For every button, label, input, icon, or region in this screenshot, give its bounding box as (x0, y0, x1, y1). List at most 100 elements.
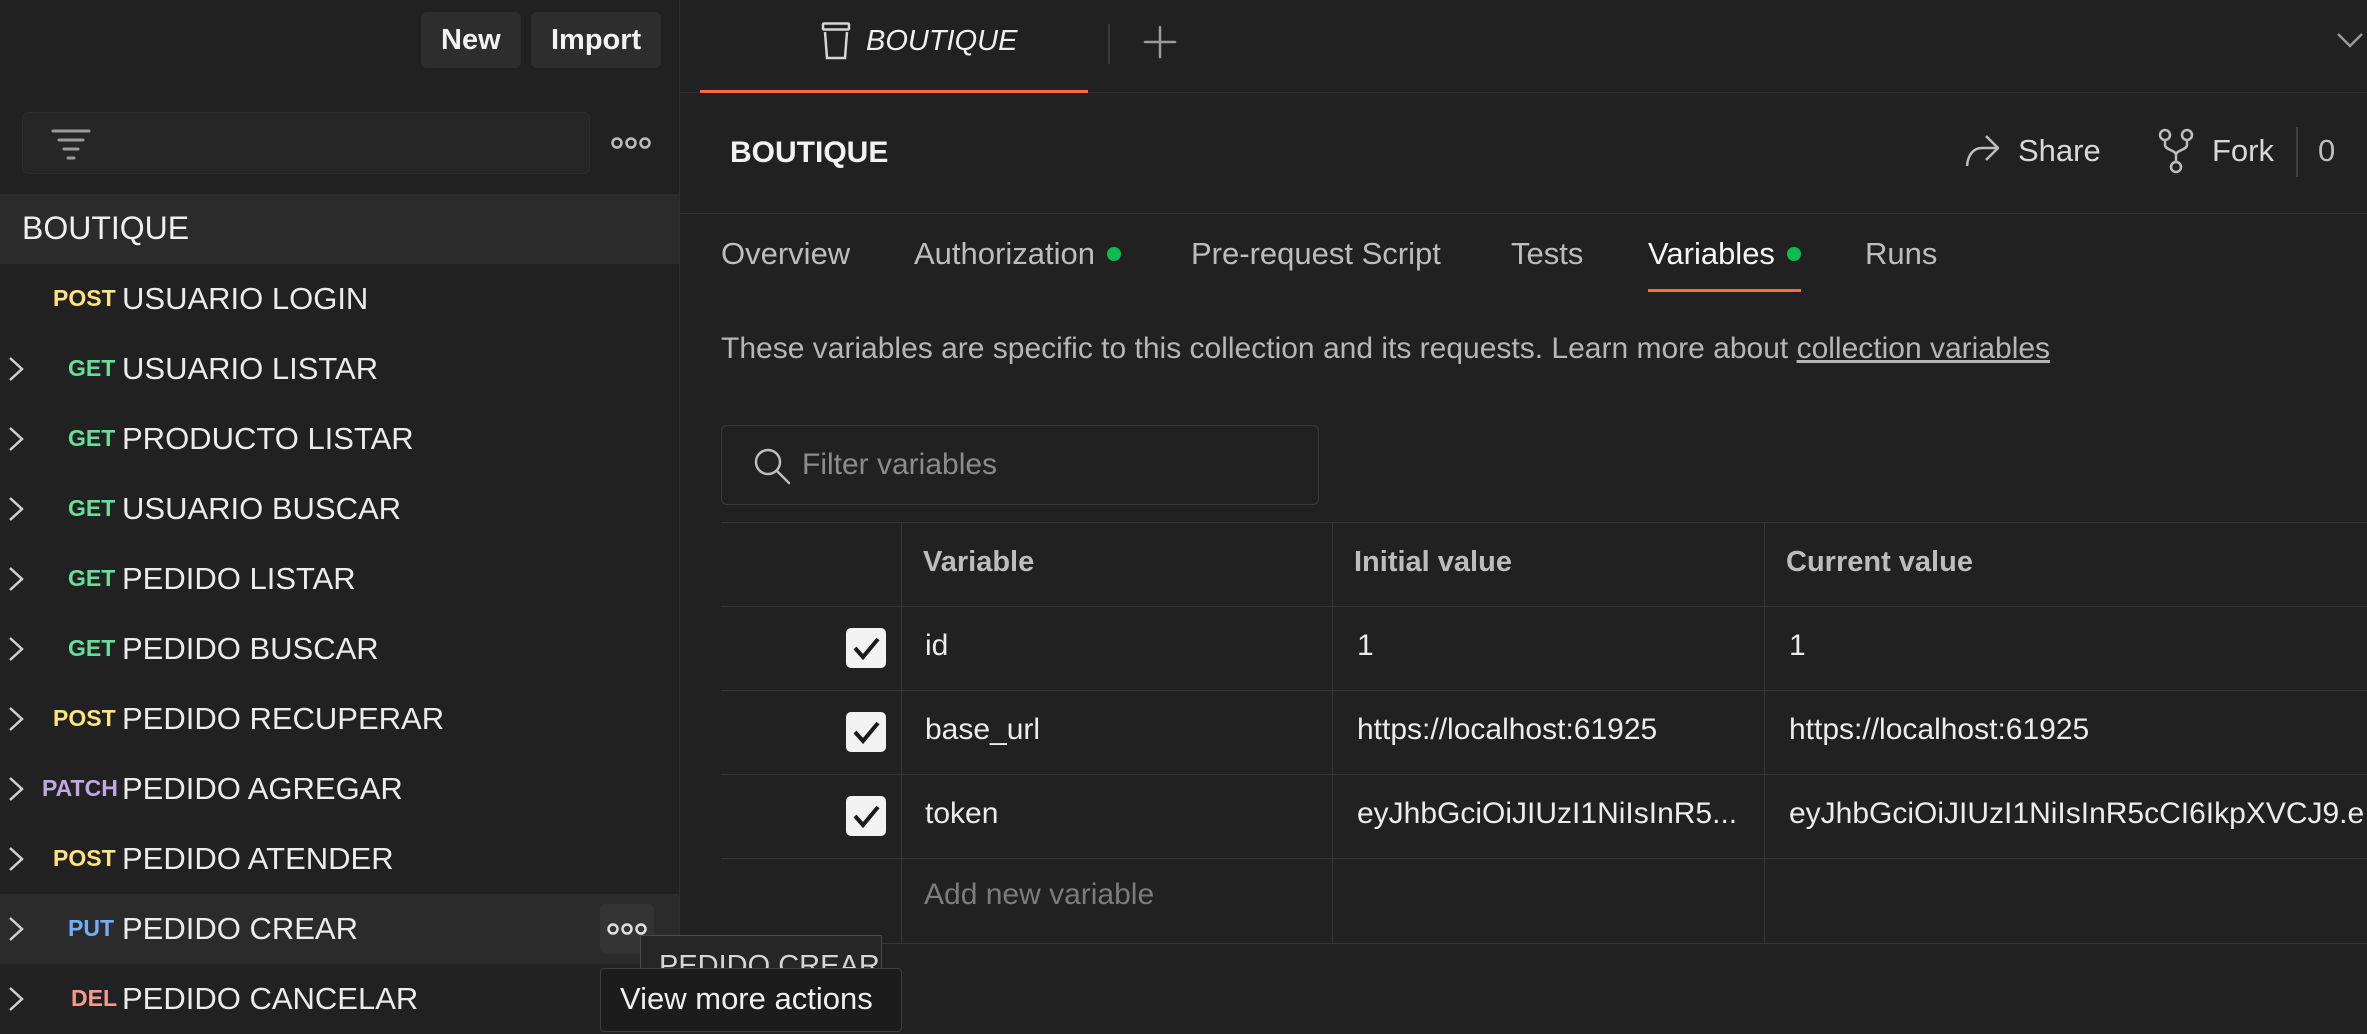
chevron-right-icon[interactable] (4, 912, 28, 946)
chevron-right-icon[interactable] (4, 492, 28, 526)
request-method: GET (68, 565, 116, 591)
fork-button[interactable]: Fork (2212, 133, 2274, 169)
tab-label: Tests (1511, 236, 1584, 271)
chevron-right-icon[interactable] (4, 982, 28, 1016)
tab-label: Pre-request Script (1191, 236, 1441, 271)
variables-table: Variable Initial value Current value id 1… (721, 522, 2367, 944)
request-method: POST (53, 845, 116, 871)
request-name: USUARIO LOGIN (122, 281, 369, 316)
request-item[interactable]: POST USUARIO LOGIN (0, 264, 679, 334)
main-panel: BOUTIQUE BOUTIQUE Share Fork 0 Overview A… (680, 0, 2367, 1030)
request-item[interactable]: PATCH PEDIDO AGREGAR (0, 754, 679, 824)
variable-variable-cell[interactable]: base_url (925, 713, 1315, 747)
checkmark-icon (853, 637, 880, 661)
variables-description: These variables are specific to this col… (721, 332, 2050, 366)
chevron-right-icon[interactable] (4, 352, 28, 386)
variable-enabled-checkbox[interactable] (846, 628, 886, 668)
tab-label: Variables (1648, 236, 1775, 271)
variable-current-cell[interactable]: https://localhost:61925 (1789, 713, 2367, 747)
filter-icon[interactable] (51, 127, 91, 161)
request-item[interactable]: GET USUARIO BUSCAR (0, 474, 679, 544)
request-method: PATCH (42, 775, 118, 801)
variable-initial-cell[interactable]: 1 (1357, 629, 1752, 663)
request-method: GET (68, 355, 116, 381)
variable-enabled-checkbox[interactable] (846, 712, 886, 752)
tab-boutique[interactable]: BOUTIQUE (700, 0, 1088, 93)
tooltip-box: View more actions (600, 968, 902, 1032)
request-item[interactable]: DEL PEDIDO CANCELAR (0, 964, 679, 1034)
variable-current-cell[interactable]: 1 (1789, 629, 2367, 663)
request-item[interactable]: PUT PEDIDO CREAR (0, 894, 679, 964)
variable-enabled-checkbox[interactable] (846, 796, 886, 836)
collection-icon (821, 22, 851, 60)
chevron-right-icon[interactable] (4, 772, 28, 806)
tab-runs[interactable]: Runs (1865, 236, 1937, 272)
request-method: GET (68, 635, 116, 661)
request-item[interactable]: POST PEDIDO ATENDER (0, 824, 679, 894)
status-dot (1786, 246, 1801, 261)
chevron-right-icon[interactable] (4, 562, 28, 596)
tab-label: Runs (1865, 236, 1938, 271)
request-method: DEL (71, 985, 117, 1011)
collection-name: BOUTIQUE (22, 210, 190, 246)
variable-initial-cell[interactable]: eyJhbGciOiJIUzI1NiIsInR5... (1357, 797, 1752, 831)
request-name: USUARIO LISTAR (122, 351, 379, 386)
tab-variables[interactable]: Variables (1648, 236, 1801, 292)
variable-current-cell[interactable]: eyJhbGciOiJIUzI1NiIsInR5cCI6IkpXVCJ9.e (1789, 797, 2367, 831)
tab-bar: BOUTIQUE (680, 0, 2367, 93)
variable-initial-cell[interactable]: https://localhost:61925 (1357, 713, 1752, 747)
new-button[interactable]: New (421, 12, 521, 68)
checkmark-icon (853, 721, 880, 745)
request-method: POST (53, 285, 116, 311)
tab-divider (1108, 24, 1110, 64)
chevron-right-icon[interactable] (4, 422, 28, 456)
share-button[interactable]: Share (2018, 133, 2101, 169)
sidebar: New Import BOUTIQUE POST USUARIO LOGIN GET… (0, 0, 680, 1030)
tab-label: Overview (721, 236, 851, 271)
filter-variables-input[interactable] (800, 444, 1304, 486)
fork-divider (2296, 127, 2298, 177)
request-item[interactable]: POST PEDIDO RECUPERAR (0, 684, 679, 754)
request-item[interactable]: GET PEDIDO BUSCAR (0, 614, 679, 684)
add-new-variable-input[interactable]: Add new variable (924, 878, 1154, 912)
request-item[interactable]: GET USUARIO LISTAR (0, 334, 679, 404)
chevron-right-icon[interactable] (4, 842, 28, 876)
request-name: PEDIDO BUSCAR (122, 631, 379, 666)
request-method: GET (68, 425, 116, 451)
chevron-down-icon[interactable] (2334, 30, 2367, 50)
request-name: PEDIDO LISTAR (122, 561, 356, 596)
tab-overview[interactable]: Overview (721, 236, 850, 272)
chevron-right-icon[interactable] (4, 702, 28, 736)
variable-variable-cell[interactable]: id (925, 629, 1315, 663)
filter-variables-field[interactable] (721, 425, 1319, 505)
tab-tests[interactable]: Tests (1511, 236, 1583, 272)
fork-icon[interactable] (2156, 128, 2196, 174)
sidebar-more-icon[interactable] (611, 135, 651, 151)
collection-variables-link[interactable]: collection variables (1797, 332, 2050, 365)
description-text: These variables are specific to this col… (721, 332, 1789, 365)
share-icon[interactable] (1962, 130, 2002, 170)
request-name: PEDIDO ATENDER (122, 841, 394, 876)
column-header-variable: Variable (923, 546, 1035, 578)
chevron-right-icon[interactable] (4, 632, 28, 666)
request-name: PEDIDO RECUPERAR (122, 701, 445, 736)
request-method: GET (68, 495, 116, 521)
search-icon (754, 448, 791, 485)
tooltip-text: View more actions (620, 981, 873, 1016)
page-title: BOUTIQUE (730, 136, 889, 169)
request-name: PEDIDO CANCELAR (122, 981, 419, 1016)
request-name: USUARIO BUSCAR (122, 491, 402, 526)
plus-icon[interactable] (1142, 24, 1178, 60)
tab-pre-request-script[interactable]: Pre-request Script (1191, 236, 1441, 272)
import-button[interactable]: Import (531, 12, 662, 68)
variable-variable-cell[interactable]: token (925, 797, 1315, 831)
request-name: PEDIDO CREAR (122, 911, 358, 946)
collection-row[interactable]: BOUTIQUE (0, 194, 679, 264)
fork-count: 0 (2318, 133, 2336, 168)
request-item[interactable]: GET PEDIDO LISTAR (0, 544, 679, 614)
sidebar-filter-input[interactable] (22, 112, 590, 174)
status-dot (1106, 246, 1121, 261)
request-item[interactable]: GET PRODUCTO LISTAR (0, 404, 679, 474)
request-method: PUT (68, 915, 114, 941)
tab-authorization[interactable]: Authorization (914, 236, 1121, 272)
